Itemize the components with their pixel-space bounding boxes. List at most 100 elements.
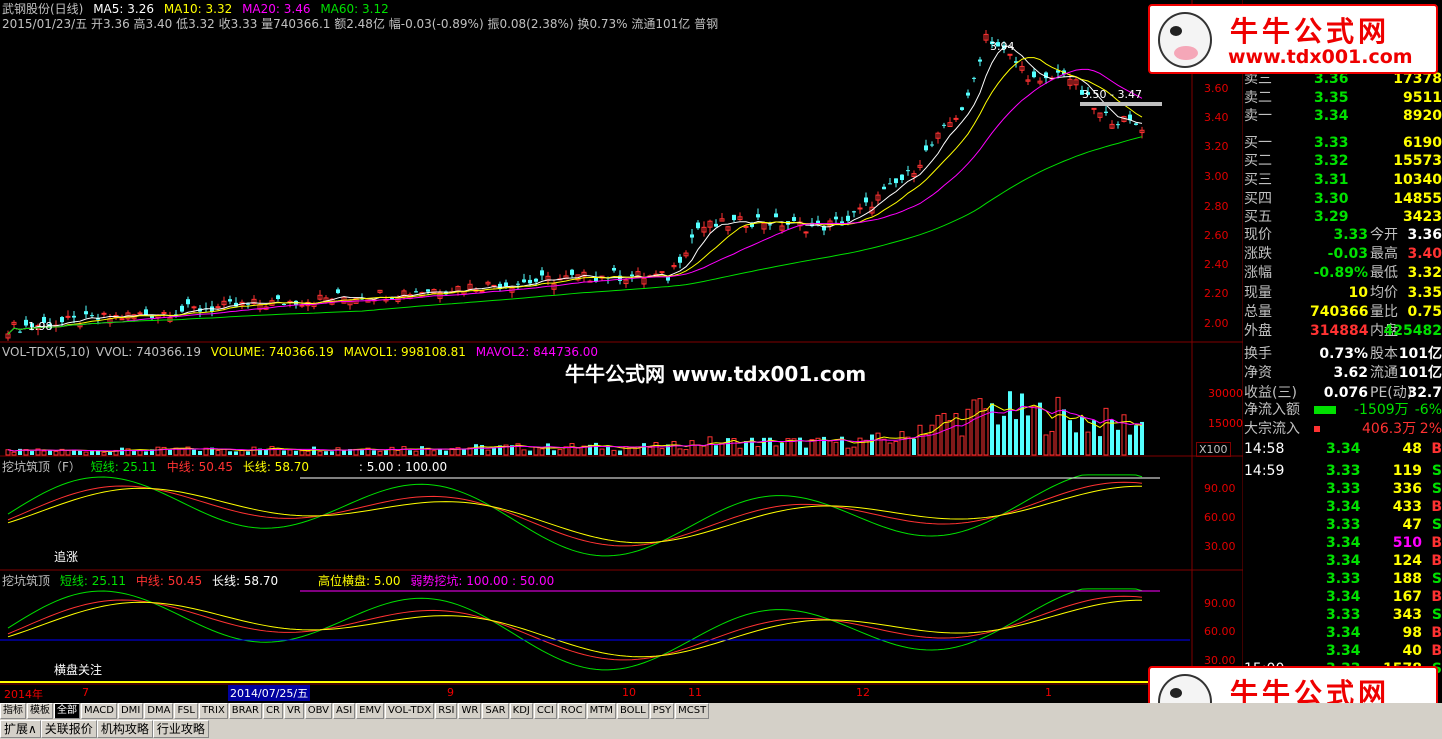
volume-bar [1080,416,1084,455]
order-row[interactable]: 卖二 3.35 9511 [1244,89,1442,108]
tick-row[interactable]: 3.33 343 S [1244,606,1442,625]
tab-模板[interactable]: 模板 [27,703,53,719]
ind1-extra: : 5.00 : 100.00 [358,460,448,474]
tab-mtm[interactable]: MTM [586,703,616,719]
ind2-tick-1: 90.00 [1204,597,1236,610]
tick-volume: 433 [1392,499,1422,515]
tab-指标[interactable]: 指标 [0,703,26,719]
tab-kdj[interactable]: KDJ [509,703,533,719]
volume-bar [1134,425,1138,455]
candle-body [924,145,928,151]
tick-row[interactable]: 3.34 510 B [1244,534,1442,553]
tick-row[interactable]: 3.34 98 B [1244,624,1442,643]
volume-bar [65,449,71,456]
tick-row[interactable]: 3.34 124 B [1244,552,1442,571]
candle-body [246,303,250,305]
tab-wr[interactable]: WR [458,703,482,719]
tick-side: B [1431,553,1442,569]
volume-bar [569,443,575,456]
tab-dmi[interactable]: DMI [117,703,144,719]
order-volume: 9511 [1403,89,1442,106]
candle-body [768,224,772,226]
order-side: 买二 [1244,153,1272,170]
order-volume: 14855 [1393,190,1442,207]
tick-row[interactable]: 3.33 336 S [1244,480,1442,499]
oscillator-line [7,474,1143,557]
quote-val2: 0.75 [1407,303,1442,320]
quote-key2: 流通 [1370,365,1398,382]
tab-fsl[interactable]: FSL [174,703,198,719]
volume-bar [395,449,401,456]
tab-emv[interactable]: EMV [356,703,384,719]
volume-bar [719,442,725,456]
tab-rsi[interactable]: RSI [435,703,458,719]
ma10-line [7,57,1143,335]
tab-brar[interactable]: BRAR [228,703,262,719]
volume-bar [533,446,539,456]
tab-psy[interactable]: PSY [649,703,675,719]
tab-cr[interactable]: CR [263,703,283,719]
tab-obv[interactable]: OBV [304,703,332,719]
tick-row[interactable]: 3.34 40 B [1244,642,1442,661]
tick-row[interactable]: 3.33 47 S [1244,516,1442,535]
candle-body [414,291,418,293]
tick-row[interactable]: 14:59 3.33 119 S [1244,462,1442,481]
tick-row[interactable]: 3.34 167 B [1244,588,1442,607]
quote-key2: 均价 [1370,284,1398,301]
ext-tab[interactable]: 机构攻略 [96,720,153,738]
price-tick: 3.60 [1204,82,1229,95]
candle-body [756,214,760,218]
tab-sar[interactable]: SAR [482,703,509,719]
tab-boll[interactable]: BOLL [616,703,649,719]
tab-全部[interactable]: 全部 [54,703,80,719]
tab-cci[interactable]: CCI [533,703,557,719]
volume-bar [870,434,874,455]
tab-trix[interactable]: TRIX [198,703,228,719]
ma60-line [7,136,1143,335]
volume-bar [959,435,965,456]
volume-bar [1014,419,1018,455]
tick-price: 3.33 [1326,463,1361,479]
candle-body [540,270,544,276]
ext-tab[interactable]: 行业攻略 [152,720,209,738]
volume-bar [474,444,478,455]
tab-vr[interactable]: VR [283,703,304,719]
ext-tab[interactable]: 关联报价 [40,720,97,738]
quote-val2: 3.40 [1407,246,1442,263]
ma20-label: MA20: 3.46 [242,2,311,16]
order-row[interactable]: 买四 3.30 14855 [1244,190,1442,209]
candle-body [276,295,280,300]
tick-row[interactable]: 3.34 433 B [1244,498,1442,517]
ind2-signal-label: 横盘关注 [54,663,103,677]
order-row[interactable]: 买一 3.33 6190 [1244,134,1442,153]
order-row[interactable]: 买三 3.31 10340 [1244,171,1442,190]
order-row[interactable]: 买二 3.32 15573 [1244,152,1442,171]
ma5-line [7,45,1143,335]
main-header: 武钢股份(日线) MA5: 3.26 MA10: 3.32 MA20: 3.46… [2,2,395,16]
candle-body [101,312,107,315]
ind1-short: 短线: 25.11 [90,460,157,474]
tick-volume: 48 [1402,441,1422,457]
tab-vol-tdx[interactable]: VOL-TDX [384,703,435,719]
candle-body [792,217,796,221]
tick-row[interactable]: 3.33 188 S [1244,570,1442,589]
candle-body [696,222,700,229]
candle-body [966,92,970,96]
volume-bar [312,446,316,455]
candle-body [690,234,694,238]
volume-bar [330,451,334,455]
vol-header: VOL-TDX(5,10) VVOL: 740366.19 VOLUME: 74… [2,345,604,359]
candle-body [18,331,22,333]
tab-macd[interactable]: MACD [81,703,117,719]
tab-roc[interactable]: ROC [557,703,586,719]
candle-body [215,306,221,309]
tab-mcst[interactable]: MCST [675,703,710,719]
volume-bar [377,450,383,456]
tab-asi[interactable]: ASI [333,703,356,719]
order-row[interactable]: 卖一 3.34 8920 [1244,107,1442,126]
quote-row: 换手 0.73% 股本 101亿 [1244,345,1442,364]
ext-tab[interactable]: 扩展∧ [0,720,41,738]
order-row[interactable]: 买五 3.29 3423 [1244,208,1442,227]
tab-dma[interactable]: DMA [144,703,174,719]
tick-row[interactable]: 14:58 3.34 48 B [1244,440,1442,459]
